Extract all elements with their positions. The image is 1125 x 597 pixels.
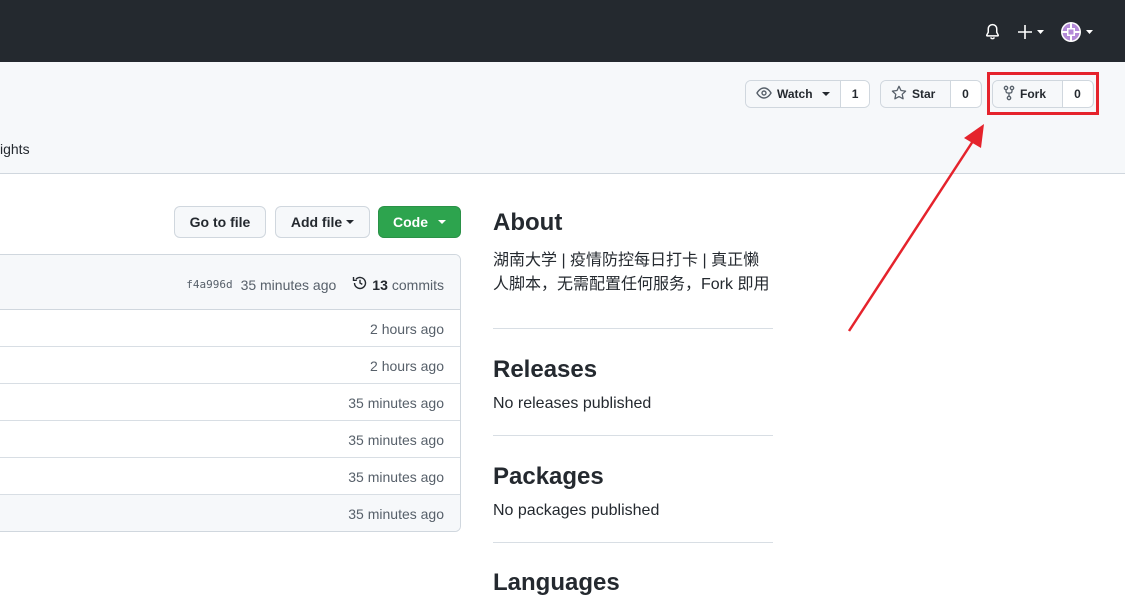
divider xyxy=(493,328,773,329)
about-description-line1: 湖南大学 | 疫情防控每日打卡 | 真正懒 xyxy=(493,252,760,269)
fork-highlight-box xyxy=(987,72,1099,115)
languages-title: Languages xyxy=(493,569,620,596)
file-row[interactable]: 2 hours ago xyxy=(0,347,460,384)
code-button[interactable]: Code xyxy=(378,206,461,238)
go-to-file-button[interactable]: Go to file xyxy=(174,206,266,238)
releases-title[interactable]: Releases xyxy=(493,356,773,384)
chevron-down-icon xyxy=(346,220,355,224)
create-new-plus-icon[interactable] xyxy=(1017,24,1045,40)
file-row-age: 35 minutes ago xyxy=(348,395,444,411)
latest-commit-bar: f4a996d 35 minutes ago 13 commits xyxy=(0,255,460,310)
commits-count: 13 xyxy=(372,276,388,293)
star-count[interactable]: 0 xyxy=(950,81,980,107)
notifications-bell-icon[interactable] xyxy=(984,23,1001,41)
about-title: About xyxy=(493,209,563,236)
commits-link[interactable]: 13 commits xyxy=(352,275,444,294)
file-row-age: 2 hours ago xyxy=(370,321,444,337)
commits-label: commits xyxy=(391,276,444,293)
about-description: 湖南大学 | 疫情防控每日打卡 | 真正懒 人脚本，无需配置任何服务，Fork … xyxy=(493,246,773,294)
file-row[interactable]: 2 hours ago xyxy=(0,310,460,347)
user-avatar-menu[interactable] xyxy=(1061,21,1095,43)
watch-count[interactable]: 1 xyxy=(839,81,869,107)
file-row-age: 35 minutes ago xyxy=(348,506,444,522)
eye-icon xyxy=(756,86,772,102)
file-row[interactable]: 35 minutes ago xyxy=(0,421,460,458)
commit-time: 35 minutes ago xyxy=(240,276,337,293)
chevron-down-icon xyxy=(438,220,446,224)
chevron-down-icon xyxy=(821,92,830,96)
add-file-label: Add file xyxy=(290,214,343,230)
packages-title[interactable]: Packages xyxy=(493,463,773,491)
star-button[interactable]: Star 0 xyxy=(880,80,982,108)
watch-button[interactable]: Watch 1 xyxy=(745,80,870,108)
file-row-age: 35 minutes ago xyxy=(348,469,444,485)
file-row[interactable]: 35 minutes ago xyxy=(0,458,460,495)
star-label: Star xyxy=(912,87,936,101)
file-row[interactable]: 35 minutes ago xyxy=(0,495,460,531)
watch-label: Watch xyxy=(777,87,813,101)
file-list: f4a996d 35 minutes ago 13 commits 2 hour… xyxy=(0,254,461,532)
star-icon xyxy=(891,85,907,104)
commit-sha[interactable]: f4a996d xyxy=(186,278,232,291)
file-row-age: 35 minutes ago xyxy=(348,432,444,448)
history-icon xyxy=(352,275,368,294)
file-row[interactable]: 35 minutes ago xyxy=(0,384,460,421)
packages-text: No packages published xyxy=(493,502,660,519)
releases-text: No releases published xyxy=(493,395,652,412)
divider xyxy=(493,435,773,436)
go-to-file-label: Go to file xyxy=(189,214,251,230)
file-row-age: 2 hours ago xyxy=(370,358,444,374)
tab-insights-partial[interactable]: ights xyxy=(0,141,30,157)
divider xyxy=(493,542,773,543)
repo-header xyxy=(0,62,1125,174)
about-description-line2: 人脚本，无需配置任何服务，Fork 即用 xyxy=(493,276,770,293)
top-navbar xyxy=(0,0,1125,62)
add-file-button[interactable]: Add file xyxy=(275,206,370,238)
code-label: Code xyxy=(393,214,428,230)
